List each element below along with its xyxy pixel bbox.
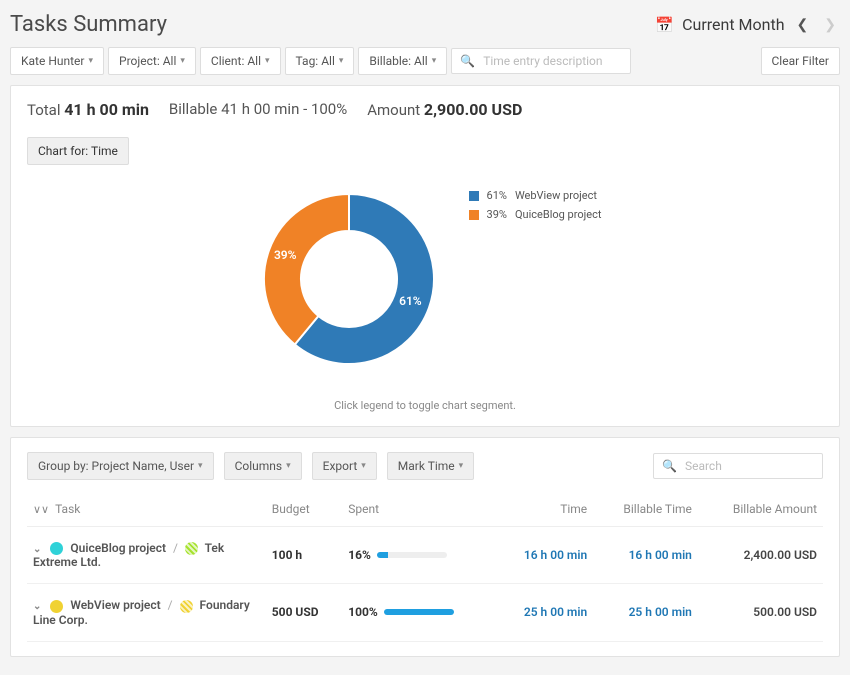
chevron-down-icon: ▾ [88,56,93,66]
chevron-down-icon: ▾ [339,56,344,66]
separator: / [173,541,178,555]
spent-progress [384,609,454,615]
mark-time-button[interactable]: Mark Time ▾ [387,452,474,480]
col-budget: Budget [266,492,342,527]
budget-cell: 500 USD [266,584,342,641]
col-billable-time: Billable Time [593,492,698,527]
legend-pct: 39% [487,208,507,221]
project-swatch [50,542,63,555]
expand-all-button[interactable]: ∨∨ [33,503,49,516]
billable-amount: 500.00 USD [753,605,817,619]
billable-amount: 2,400.00 USD [744,548,817,562]
chevron-down-icon: ▾ [432,56,437,66]
row-expand-button[interactable]: ⌄ [33,544,41,555]
summary-line: Total 41 h 00 min Billable 41 h 00 min -… [27,100,823,119]
filter-search-wrap: 🔍 [451,48,631,74]
billable-value: 41 h 00 min - 100% [221,100,347,118]
project-name: QuiceBlog project [70,541,166,555]
filter-project-label: Project: All [119,54,176,68]
table-row: ⌄ WebView project / Foundary Line Corp. … [27,584,823,641]
legend-swatch [469,210,479,220]
period-prev-button[interactable]: ❮ [793,17,813,33]
col-task: Task [55,502,80,516]
filter-user-label: Kate Hunter [21,54,84,68]
filter-tag-label: Tag: All [296,54,335,68]
columns-button[interactable]: Columns▾ [224,452,302,480]
separator: / [168,598,173,612]
columns-label: Columns [235,459,283,473]
legend-item[interactable]: 39% QuiceBlog project [469,208,602,221]
amount-value: 2,900.00 USD [424,100,522,119]
mark-time-label: Mark Time [398,459,455,473]
filter-client-label: Client: All [211,54,261,68]
search-icon: 🔍 [662,459,677,473]
export-label: Export [323,459,358,473]
filter-user[interactable]: Kate Hunter ▾ [10,47,104,75]
col-spent: Spent [342,492,495,527]
export-button[interactable]: Export▾ [312,452,377,480]
spent-pct: 16% [348,548,371,562]
time-link[interactable]: 16 h 00 min [524,548,587,562]
chevron-down-icon: ▾ [180,56,185,66]
legend-label: WebView project [515,189,597,202]
filter-billable[interactable]: Billable: All ▾ [358,47,447,75]
legend-label: QuiceBlog project [515,208,602,221]
chevron-down-icon: ▾ [361,461,366,471]
table-row: ⌄ QuiceBlog project / Tek Extreme Ltd. 1… [27,527,823,584]
spent-pct: 100% [348,605,378,619]
billable-time-link[interactable]: 25 h 00 min [629,605,692,619]
table-panel: Group by: Project Name, User▾ Columns▾ E… [10,437,840,657]
filter-billable-label: Billable: All [369,54,427,68]
filter-tag[interactable]: Tag: All ▾ [285,47,355,75]
project-name: WebView project [70,598,160,612]
client-swatch [180,600,193,613]
group-by-label: Group by: Project Name, User [38,459,194,473]
row-expand-button[interactable]: ⌄ [33,601,41,612]
legend-swatch [469,191,479,201]
client-swatch [185,542,198,555]
tasks-table: ∨∨ Task Budget Spent Time Billable Time … [27,492,823,642]
filter-client[interactable]: Client: All ▾ [200,47,281,75]
amount-label: Amount [367,101,420,119]
summary-panel: Total 41 h 00 min Billable 41 h 00 min -… [10,85,840,427]
total-value: 41 h 00 min [64,100,149,119]
legend-item[interactable]: 61% WebView project [469,189,602,202]
filter-search-input[interactable] [481,53,622,69]
time-link[interactable]: 25 h 00 min [524,605,587,619]
billable-time-link[interactable]: 16 h 00 min [629,548,692,562]
filter-project[interactable]: Project: All ▾ [108,47,196,75]
total-label: Total [27,101,61,119]
chart-legend: 61% WebView project 39% QuiceBlog projec… [469,189,602,227]
period-selector[interactable]: Current Month [682,15,784,34]
col-billable-amount: Billable Amount [698,492,823,527]
legend-pct: 61% [487,189,507,202]
period-next-button[interactable]: ❯ [820,17,840,33]
search-icon: 🔍 [460,54,475,68]
billable-label: Billable [169,100,217,118]
chevron-down-icon: ▾ [459,461,464,471]
chevron-down-icon: ▾ [286,461,291,471]
chevron-down-icon: ▾ [265,56,270,66]
page-title: Tasks Summary [10,12,167,37]
spent-progress [377,552,447,558]
budget-cell: 100 h [266,527,342,584]
table-search-input[interactable] [683,458,814,474]
chart-caption: Click legend to toggle chart segment. [27,399,823,412]
chart-mode-button[interactable]: Chart for: Time [27,137,129,165]
project-swatch [50,600,63,613]
donut-chart: 61% 39% [249,179,449,379]
group-by-button[interactable]: Group by: Project Name, User ▾ [27,452,214,480]
calendar-icon: 📅 [655,16,674,34]
table-search-wrap: 🔍 [653,453,823,479]
col-time: Time [495,492,593,527]
clear-filter-button[interactable]: Clear Filter [761,47,841,75]
chevron-down-icon: ▾ [198,461,203,471]
